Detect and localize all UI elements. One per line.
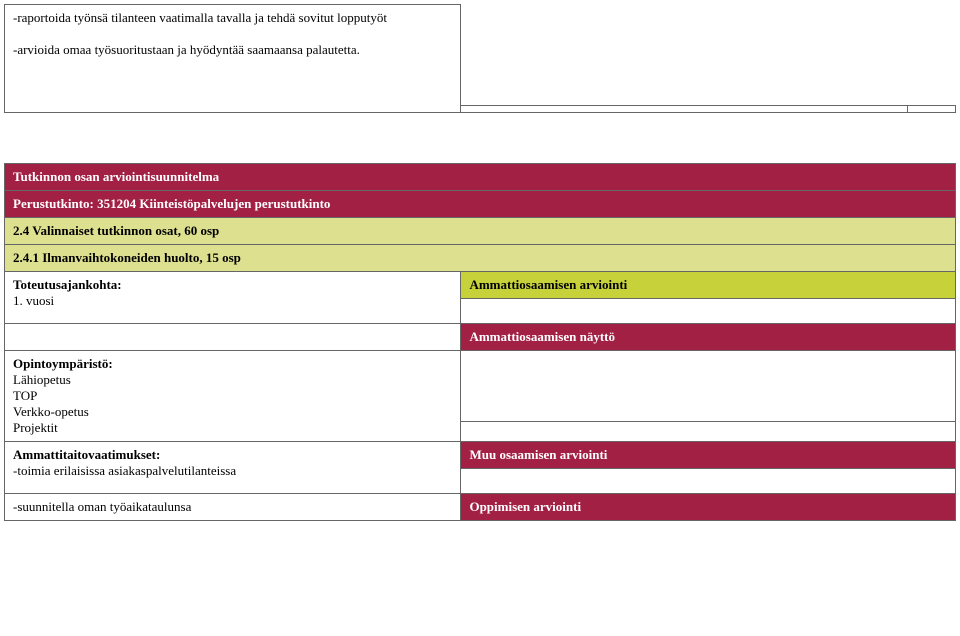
blank-right-opinto2 — [461, 421, 956, 441]
top-right-thin — [461, 105, 908, 112]
top-left-cell: -raportoida työnsä tilanteen vaatimalla … — [5, 5, 461, 113]
header-arviointisuunnitelma: Tutkinnon osan arviointisuunnitelma — [5, 163, 956, 190]
blank-after-ammattiosa — [461, 298, 956, 323]
ammattitaito-label: Ammattitaitovaatimukset: — [13, 447, 160, 462]
top-line1: -raportoida työnsä tilanteen vaatimalla … — [13, 10, 387, 25]
blank-left-1 — [5, 323, 461, 350]
blank-right-opinto1 — [461, 350, 956, 421]
cell-ammattiosa: Ammattiosaamisen arviointi — [461, 271, 956, 298]
cell-toteutus: Toteutusajankohta: 1. vuosi — [5, 271, 461, 323]
opinto-label: Opintoympäristö: — [13, 356, 113, 371]
row-valinnaiset: 2.4 Valinnaiset tutkinnon osat, 60 osp — [5, 217, 956, 244]
blank-after-muu — [461, 468, 956, 493]
opinto-2: TOP — [13, 388, 37, 403]
cell-suunnitella: -suunnitella oman työaikataulunsa — [5, 493, 461, 520]
cell-ammattitaito: Ammattitaitovaatimukset: -toimia erilais… — [5, 441, 461, 493]
ammattitaito-1: -toimia erilaisissa asiakaspalvelutilant… — [13, 463, 236, 478]
top-line2: -arvioida omaa työsuoritustaan ja hyödyn… — [13, 42, 360, 57]
cell-muu-osaamisen: Muu osaamisen arviointi — [461, 441, 956, 468]
row-ilmanvaihto: 2.4.1 Ilmanvaihtokoneiden huolto, 15 osp — [5, 244, 956, 271]
toteutus-value: 1. vuosi — [13, 293, 54, 308]
opinto-1: Lähiopetus — [13, 372, 71, 387]
main-table: Tutkinnon osan arviointisuunnitelma Peru… — [4, 163, 956, 521]
cell-oppimisen: Oppimisen arviointi — [461, 493, 956, 520]
top-table: -raportoida työnsä tilanteen vaatimalla … — [4, 4, 956, 113]
opinto-3: Verkko-opetus — [13, 404, 89, 419]
cell-ammattinaytto: Ammattiosaamisen näyttö — [461, 323, 956, 350]
toteutus-label: Toteutusajankohta: — [13, 277, 122, 292]
header-perustutkinto: Perustutkinto: 351204 Kiinteistöpalveluj… — [5, 190, 956, 217]
opinto-4: Projektit — [13, 420, 58, 435]
cell-opinto: Opintoympäristö: Lähiopetus TOP Verkko-o… — [5, 350, 461, 441]
top-right-blank — [461, 5, 908, 106]
